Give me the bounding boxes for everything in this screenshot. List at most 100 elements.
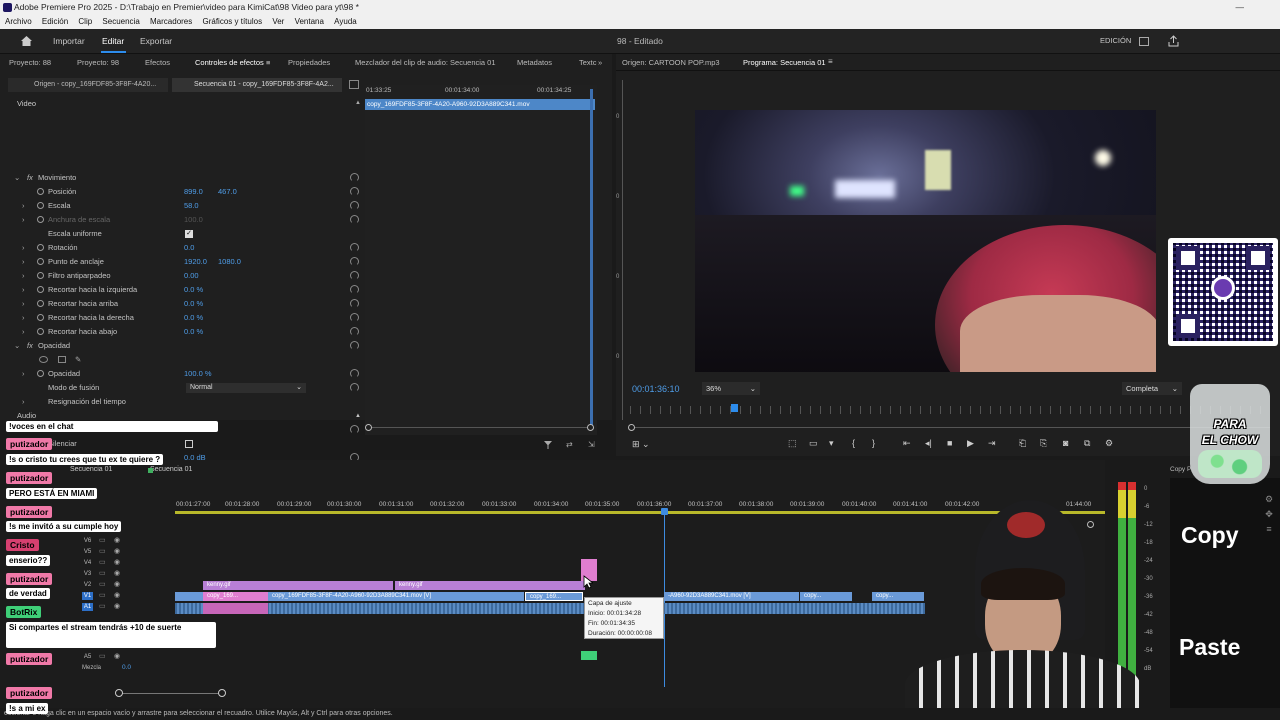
lift-icon[interactable]: ⎗ — [1019, 438, 1026, 449]
menu-clip[interactable]: Clip — [78, 17, 92, 26]
video-frame[interactable] — [695, 110, 1156, 372]
share-icon[interactable] — [1168, 35, 1179, 47]
eye-toggle-icon[interactable]: ◉ — [114, 547, 120, 555]
camera-icon[interactable]: ◙ — [1063, 438, 1068, 448]
mini-clip[interactable]: copy_169FDF85-3F8F-4A20-A960-92D3A889C34… — [365, 99, 595, 110]
rect-mask-icon[interactable] — [58, 356, 66, 363]
stopwatch-icon[interactable] — [37, 244, 44, 251]
tab-proyecto-98[interactable]: Proyecto: 98 — [77, 58, 119, 67]
reset-icon[interactable] — [350, 425, 359, 434]
timeline-scroll-left[interactable] — [115, 689, 123, 697]
tab-importar[interactable]: Importar — [53, 36, 85, 46]
expand-chevron-icon[interactable]: ⌄ — [14, 171, 20, 185]
effect-row[interactable]: Modo de fusión Normal ⌄ — [0, 381, 362, 395]
effect-value[interactable]: 100.0 % — [184, 367, 212, 381]
workspace-label[interactable]: EDICIÓN — [1100, 36, 1131, 45]
track-label[interactable]: V6 — [82, 537, 93, 545]
reset-icon[interactable] — [350, 369, 359, 378]
quality-select[interactable]: Completa ⌄ — [1122, 382, 1182, 395]
mini-zoom-handle-right[interactable] — [587, 424, 594, 431]
effect-row[interactable]: ✎ — [0, 353, 362, 367]
sequence-tab-2[interactable]: Secuencia 01 — [150, 466, 192, 473]
clip-copy-1[interactable]: copy_169... — [203, 592, 268, 601]
stopwatch-icon[interactable] — [37, 258, 44, 265]
mix-value[interactable]: 0.0 — [122, 664, 131, 671]
sync-lock-icon[interactable]: ▭ — [99, 536, 106, 544]
go-to-out-icon[interactable]: ⇥ — [988, 438, 996, 449]
effect-row[interactable]: ⌄ fx Opacidad — [0, 339, 362, 353]
effect-row[interactable]: Posición 899.0 467.0 — [0, 185, 362, 199]
menu-graficos[interactable]: Gráficos y títulos — [203, 17, 263, 26]
audio-clip-green[interactable] — [581, 651, 597, 660]
menu-marcadores[interactable]: Marcadores — [150, 17, 192, 26]
marker-out-icon[interactable]: ▭ — [809, 438, 818, 449]
effect-value[interactable]: 0.0 % — [184, 311, 203, 325]
mini-playhead[interactable] — [590, 89, 593, 429]
reset-icon[interactable] — [350, 313, 359, 322]
panel-layout-icon[interactable] — [1139, 37, 1149, 46]
home-icon[interactable] — [20, 35, 33, 47]
track-label[interactable]: A5 — [82, 653, 93, 661]
reset-icon[interactable] — [350, 327, 359, 336]
fx-icon[interactable]: fx — [27, 171, 33, 185]
effect-row[interactable]: › Recortar hacia arriba 0.0 % — [0, 297, 362, 311]
effect-row[interactable]: › Resignación del tiempo — [0, 395, 362, 409]
effect-value-2[interactable]: 1080.0 — [218, 255, 241, 269]
compare-icon[interactable]: ⧉ — [1084, 438, 1090, 449]
ellipse-mask-icon[interactable] — [39, 356, 48, 363]
effect-row[interactable]: › Punto de anclaje 1920.0 1080.0 — [0, 255, 362, 269]
effect-row[interactable]: › Rotación 0.0 — [0, 241, 362, 255]
expand-chevron-icon[interactable]: › — [22, 395, 25, 409]
stopwatch-icon[interactable] — [37, 314, 44, 321]
sync-lock-icon[interactable]: ▭ — [99, 547, 106, 555]
reset-icon[interactable] — [350, 285, 359, 294]
reset-icon[interactable] — [350, 201, 359, 210]
effect-value[interactable]: 0.0 — [184, 241, 194, 255]
clip-kenny-1[interactable]: kenny.gif — [203, 581, 393, 590]
effect-value[interactable]: 100.0 — [184, 213, 203, 227]
effect-row[interactable]: › Recortar hacia la derecha 0.0 % — [0, 311, 362, 325]
effect-value[interactable]: 0.0 % — [184, 297, 203, 311]
tab-metadatos[interactable]: Metadatos — [517, 58, 552, 67]
effect-row[interactable]: › Filtro antiparpadeo 0.00 — [0, 269, 362, 283]
effect-value[interactable]: 1920.0 — [184, 255, 207, 269]
effect-row[interactable]: Escala uniforme ✓ — [0, 227, 362, 241]
sync-lock-icon[interactable]: ▭ — [99, 602, 106, 610]
stopwatch-icon[interactable] — [37, 202, 44, 209]
expand-chevron-icon[interactable]: › — [22, 213, 25, 227]
tab-editar[interactable]: Editar — [102, 36, 124, 46]
monitor-scroll-track[interactable] — [630, 427, 1270, 428]
blend-mode-select[interactable]: Normal ⌄ — [186, 383, 306, 393]
stopwatch-icon[interactable] — [37, 370, 44, 377]
ripple-icon[interactable]: ⇄ — [566, 440, 573, 449]
tab-propiedades[interactable]: Propiedades — [288, 58, 330, 67]
stopwatch-icon[interactable] — [37, 286, 44, 293]
timeline-scroll-right[interactable] — [218, 689, 226, 697]
clip-fx-start[interactable] — [175, 592, 203, 601]
tab-mezclador[interactable]: Mezclador del clip de audio: Secuencia 0… — [355, 58, 496, 67]
extract-icon[interactable]: ⎘ — [1040, 438, 1047, 449]
marker-in-icon[interactable]: ⬚ — [788, 438, 797, 449]
menu-ventana[interactable]: Ventana — [295, 17, 324, 26]
reset-icon[interactable] — [350, 243, 359, 252]
mute-checkbox[interactable] — [185, 440, 193, 448]
track-label[interactable]: Mezcla — [82, 664, 112, 672]
sync-lock-icon[interactable]: ▭ — [99, 558, 106, 566]
expand-chevron-icon[interactable]: › — [22, 325, 25, 339]
go-to-in-icon[interactable]: ⇤ — [903, 438, 911, 449]
tab-texto[interactable]: Textc — [579, 58, 597, 67]
expand-chevron-icon[interactable]: › — [22, 367, 25, 381]
effect-row[interactable]: ⌄ fx Movimiento — [0, 171, 362, 185]
timeline-scrollbar[interactable] — [118, 693, 224, 694]
monitor-scroll-handle[interactable] — [628, 424, 635, 431]
eye-toggle-icon[interactable]: ◉ — [114, 602, 120, 610]
tab-menu-icon[interactable]: ≡ — [266, 58, 270, 67]
mini-zoom-track[interactable] — [368, 427, 594, 428]
step-back-icon[interactable]: ◂| — [925, 438, 932, 449]
effect-row[interactable]: › Recortar hacia la izquierda 0.0 % — [0, 283, 362, 297]
expand-chevron-icon[interactable]: › — [22, 255, 25, 269]
tab-proyecto-88[interactable]: Proyecto: 88 — [9, 58, 51, 67]
collapse-audio-icon[interactable]: ▲ — [355, 409, 361, 423]
effect-row[interactable]: Silenciar — [0, 437, 362, 451]
stopwatch-icon[interactable] — [37, 300, 44, 307]
